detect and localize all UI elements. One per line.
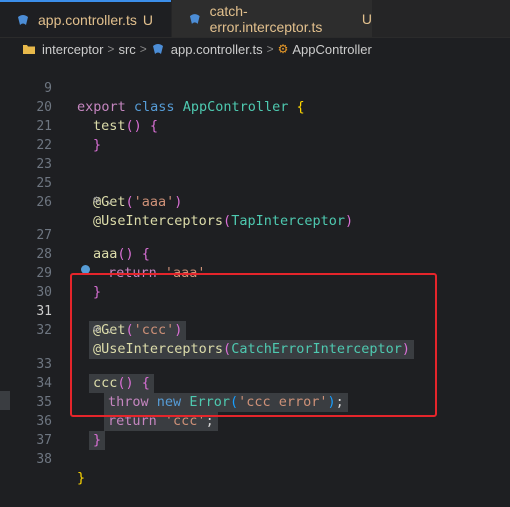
gear-icon: ⚙ <box>93 193 100 206</box>
code-line: 27 aaa() { <box>0 207 510 262</box>
scroll-indicator <box>0 391 10 410</box>
code-line: 28 return 'aaa' <box>0 226 510 281</box>
breadcrumb-file-label: app.controller.ts <box>170 41 263 57</box>
breadcrumb-src[interactable]: src <box>118 42 135 57</box>
breadcrumb: interceptor > src > app.controller.ts > … <box>0 38 510 60</box>
chevron-right-icon: > <box>139 42 147 56</box>
breadcrumb-src-label: src <box>118 41 136 57</box>
chevron-right-icon: > <box>266 42 274 56</box>
folder-icon <box>23 45 35 54</box>
breadcrumb-symbol[interactable]: ⚙ AppController <box>278 42 372 57</box>
code-line: 25 @Get('aaa') <box>0 155 510 210</box>
class-symbol-icon: ⚙ <box>277 42 289 56</box>
nestjs-icon <box>189 13 200 24</box>
chevron-right-icon: > <box>107 42 115 56</box>
nestjs-icon <box>18 14 28 25</box>
chevron-down-icon: ⌄ <box>106 193 113 206</box>
code-line: 20 test() { <box>0 79 510 134</box>
code-line: 29 } <box>0 245 510 300</box>
tab-label: catch-error.interceptor.ts <box>209 2 323 35</box>
code-line: 38 } <box>0 431 510 486</box>
tab-catch-error-interceptor[interactable]: catch-error.interceptor.ts U <box>172 0 372 37</box>
code-line: 26 @UseInterceptors(TapInterceptor) <box>0 174 510 229</box>
code-lens[interactable]: ⚙ ⌄ <box>93 193 113 206</box>
code-line: 23 <box>0 136 510 172</box>
highlight-annotation <box>70 273 437 417</box>
breadcrumb-file[interactable]: app.controller.ts <box>151 42 263 57</box>
line-number: 38 <box>36 452 52 467</box>
breadcrumb-folder[interactable]: interceptor <box>22 42 103 57</box>
code-line: 9 export class AppController { <box>0 60 510 115</box>
code-line: 22 <box>0 117 510 153</box>
untracked-badge: U <box>142 11 153 28</box>
nestjs-icon <box>152 44 163 54</box>
untracked-badge: U <box>361 10 372 27</box>
breadcrumb-folder-label: interceptor <box>42 41 104 57</box>
code-line: 21 } <box>0 98 510 153</box>
tab-app-controller[interactable]: app.controller.ts U <box>0 0 171 37</box>
breadcrumb-symbol-label: AppController <box>292 41 372 57</box>
tab-bar: app.controller.ts U catch-error.intercep… <box>0 0 510 38</box>
tab-label: app.controller.ts <box>38 11 137 28</box>
